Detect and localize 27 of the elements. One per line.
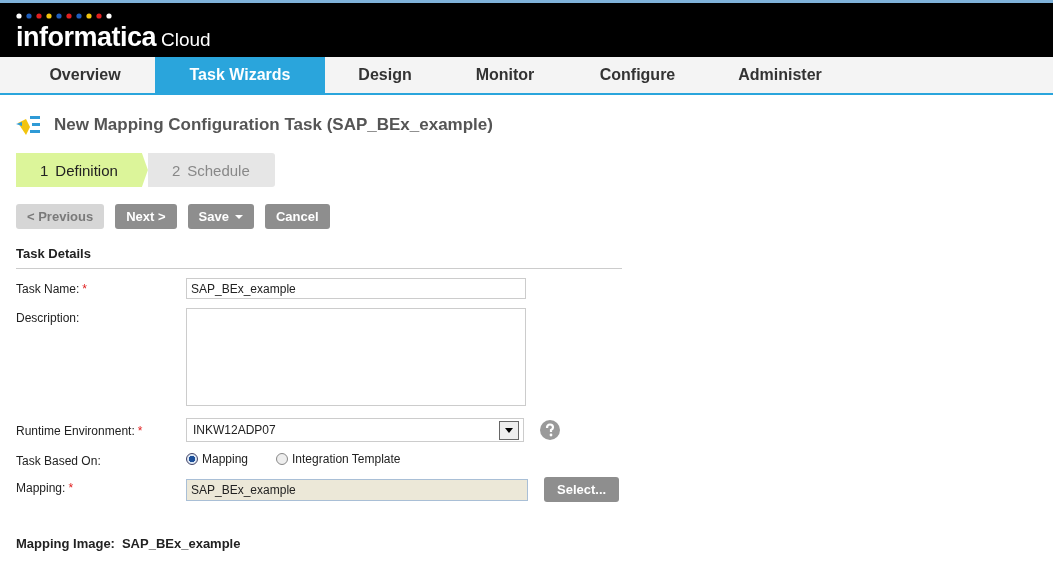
field-label: Task Based On:: [16, 454, 101, 468]
radio-option[interactable]: Integration Template: [276, 452, 401, 466]
mapping-image-name: SAP_BEx_example: [121, 536, 241, 551]
mapping-image-label: Mapping Image:: [16, 536, 115, 551]
field-label: Mapping:: [16, 481, 66, 495]
radio-option[interactable]: Mapping: [186, 452, 249, 466]
field-label: Task Name:: [16, 282, 80, 296]
help-icon[interactable]: [540, 420, 560, 440]
field-label: Runtime Environment:: [16, 424, 135, 438]
nav-tab[interactable]: Monitor: [445, 57, 565, 93]
dropdown-field[interactable]: INKW12ADP07: [186, 418, 524, 442]
nav-tab[interactable]: Administer: [710, 57, 850, 93]
nav-tab[interactable]: Overview: [15, 57, 155, 93]
required-mark: *: [68, 481, 74, 495]
nav-tab[interactable]: Configure: [565, 57, 710, 93]
logo-product: Cloud: [161, 29, 211, 51]
nav-tab[interactable]: Design: [325, 57, 445, 93]
readonly-field: SAP_BEx_example: [186, 478, 528, 501]
section-title: Task Details: [16, 246, 622, 269]
required-mark: *: [82, 282, 88, 296]
wizard-step[interactable]: 1 Definition: [16, 153, 148, 187]
text-field[interactable]: SAP_BEx_example: [186, 278, 526, 299]
description-field[interactable]: [186, 308, 526, 406]
page-title: New Mapping Configuration Task (SAP_BEx_example): [54, 115, 493, 135]
logo-name: informatica: [16, 23, 157, 51]
field-label: Description:: [16, 311, 80, 325]
required-mark: *: [137, 424, 143, 438]
